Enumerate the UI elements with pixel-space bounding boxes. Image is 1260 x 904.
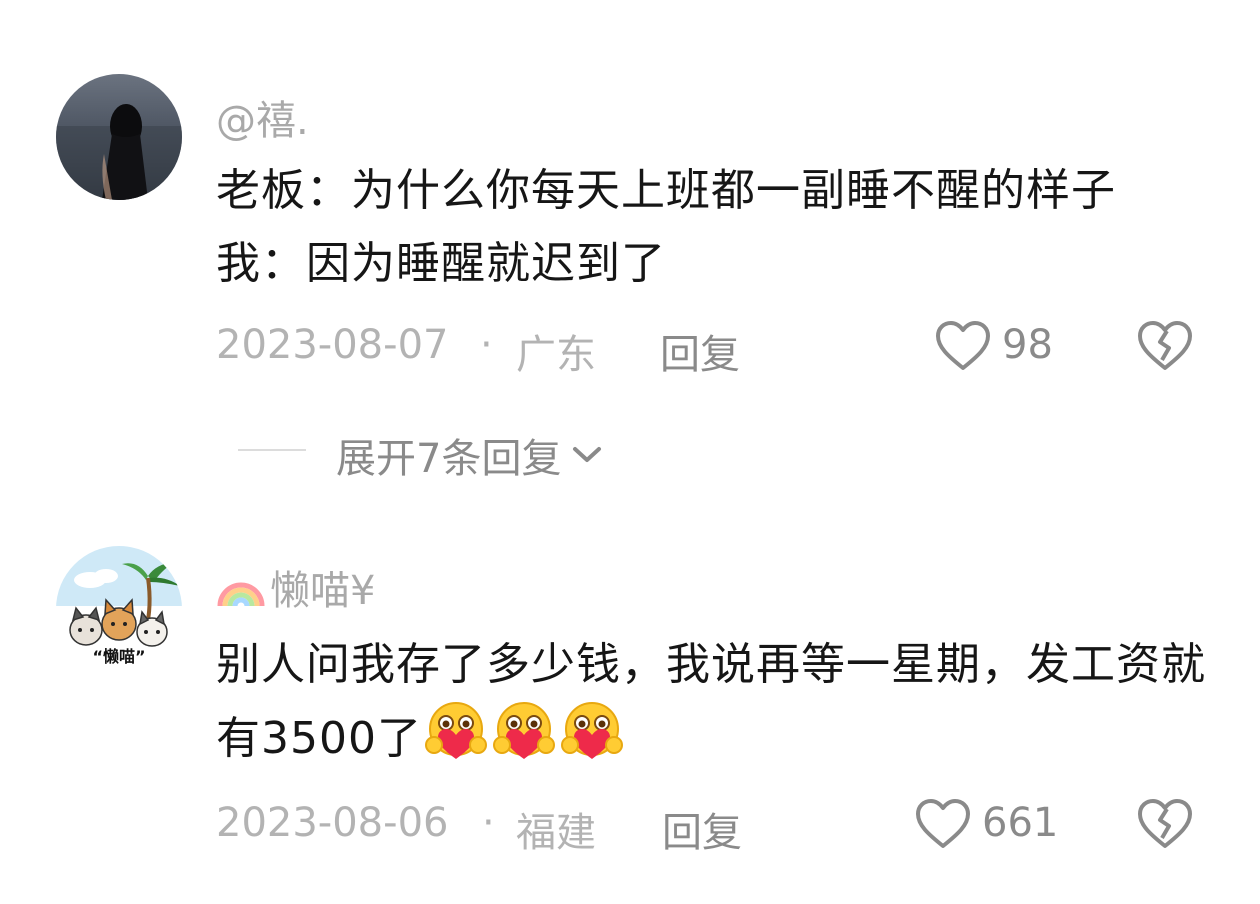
meta-separator: · — [482, 800, 495, 846]
comment-text: 别人问我存了多少钱，我说再等一星期，发工资就有3500了 — [216, 628, 1206, 775]
reply-button[interactable]: 回复 — [662, 800, 742, 858]
comment-2: “懒喵” 懒喵¥ 别人问我存了多少钱，我说再等一星期，发工资就有3500了 20… — [0, 0, 1260, 904]
comment-text-content: 别人问我存了多少钱，我说再等一星期，发工资就有3500了 — [216, 639, 1206, 764]
username-row[interactable]: 懒喵¥ — [216, 558, 375, 616]
username: 懒喵¥ — [270, 568, 376, 614]
avatar-user-2-image: “懒喵” — [56, 546, 182, 672]
heart-hug-emoji-icon — [492, 702, 555, 759]
emoji-group — [422, 702, 626, 764]
heart-hug-emoji-icon — [424, 702, 487, 759]
avatar-user-2[interactable]: “懒喵” — [56, 546, 182, 672]
avatar-user-2-text: “懒喵” — [92, 647, 145, 666]
comment-date: 2023-08-06 — [216, 800, 449, 846]
heart-hug-emoji-icon — [560, 702, 623, 759]
heart-outline-icon[interactable] — [914, 798, 972, 854]
comment-location: 福建 — [516, 810, 596, 856]
rainbow-emoji-icon — [216, 564, 266, 610]
broken-heart-icon[interactable] — [1136, 798, 1194, 854]
like-count: 661 — [982, 800, 1059, 846]
